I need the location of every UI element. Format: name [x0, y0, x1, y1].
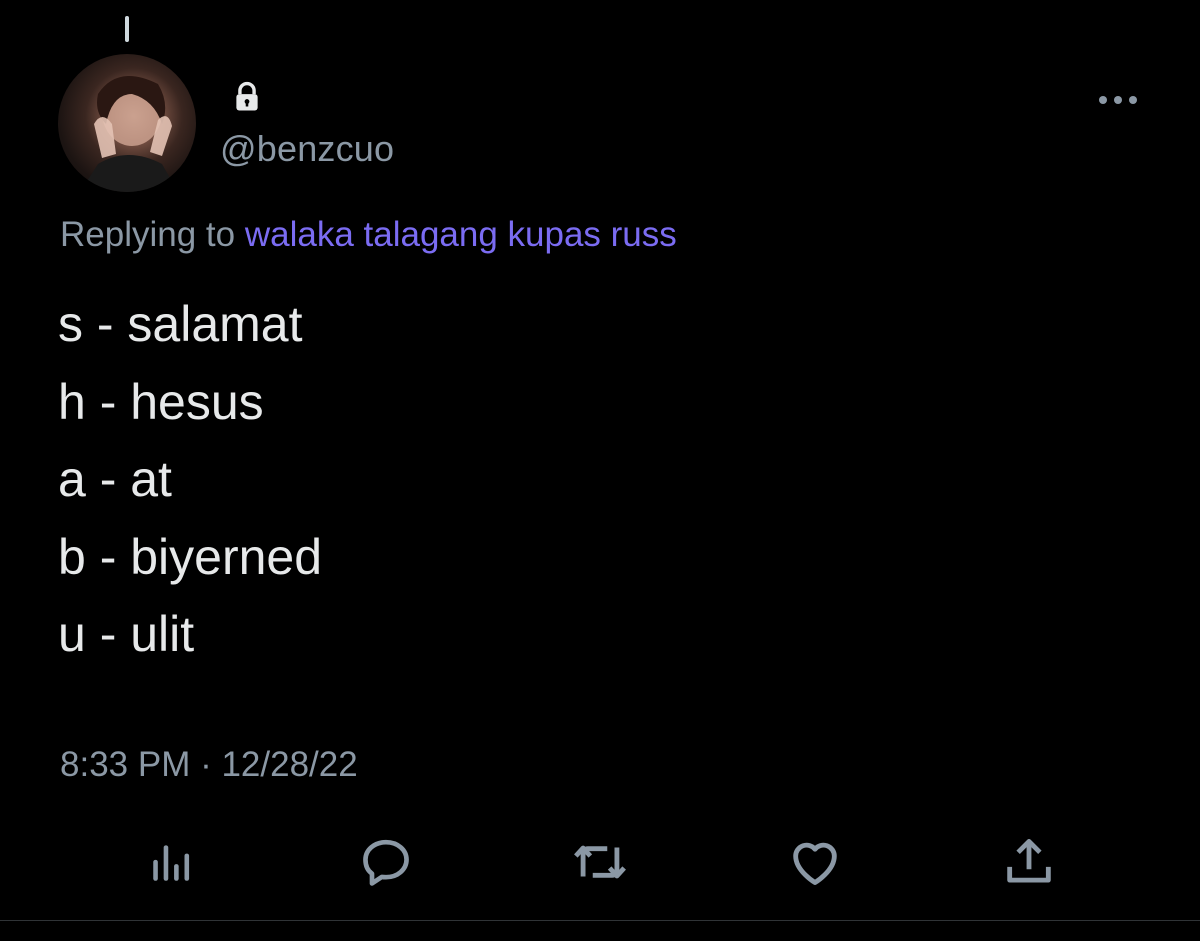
tweet-line: a - at	[58, 451, 172, 507]
tweet-text: s - salamat h - hesus a - at b - biyerne…	[58, 286, 322, 674]
retweet-button[interactable]	[568, 830, 632, 894]
analytics-button[interactable]	[140, 830, 204, 894]
action-bar	[0, 830, 1200, 894]
share-button[interactable]	[997, 830, 1061, 894]
analytics-icon	[153, 845, 190, 881]
reply-icon	[363, 839, 409, 886]
tweet-line: b - biyerned	[58, 528, 323, 585]
bottom-divider	[0, 920, 1200, 921]
lock-icon	[236, 81, 258, 111]
share-icon	[1007, 839, 1051, 883]
retweet-icon	[574, 845, 626, 879]
reply-button[interactable]	[354, 830, 418, 894]
reply-mention-link[interactable]: walaka talagang kupas russ	[245, 215, 677, 254]
tweet-timestamp[interactable]: 8:33 PM · 12/28/22	[60, 745, 358, 785]
avatar[interactable]	[58, 54, 196, 192]
avatar-photo	[80, 76, 178, 192]
replying-to: Replying to walaka talagang kupas russ	[60, 215, 677, 255]
thread-connector-line	[125, 16, 129, 42]
more-options-icon[interactable]	[1094, 86, 1142, 114]
like-icon	[793, 842, 837, 885]
tweet-line: u - ulit	[58, 606, 195, 662]
replying-to-label: Replying to	[60, 215, 236, 254]
tweet-line: s - salamat	[58, 296, 303, 352]
tweet-line: h - hesus	[58, 373, 264, 430]
user-handle[interactable]: @benzcuo	[220, 128, 394, 170]
like-button[interactable]	[783, 830, 847, 894]
